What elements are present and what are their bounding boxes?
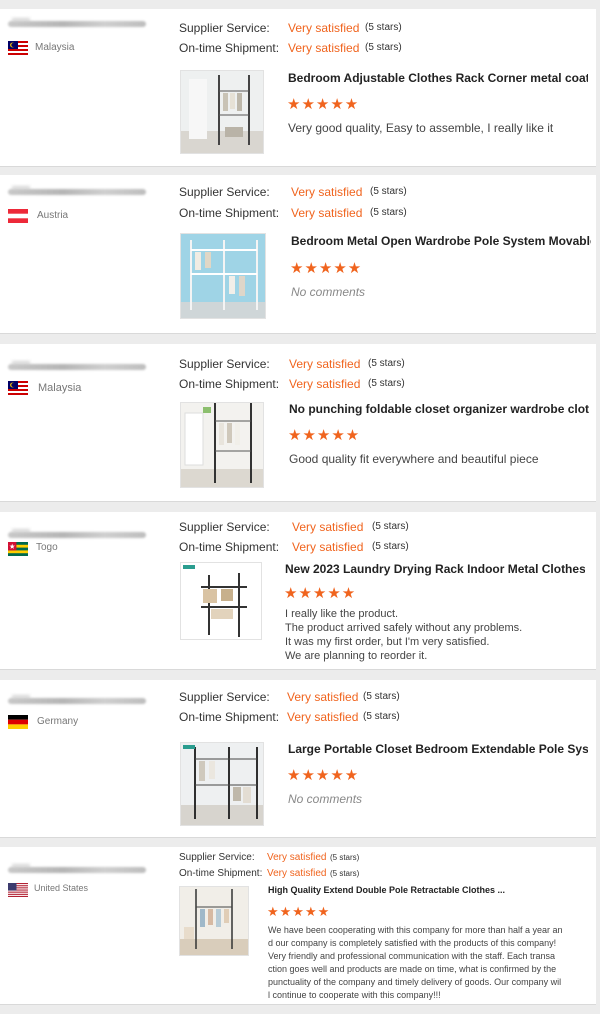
reviewer-name-blurred [8,189,146,195]
reviewer-country: Malaysia [35,42,75,53]
supplier-service-value: Very satisfied [287,690,359,704]
shipment-value: Very satisfied [267,868,327,879]
austria-flag-icon [8,209,28,223]
reviewer-country: Austria [37,210,69,221]
review-comment-line: d our company is completely satisfied wi… [268,938,557,948]
product-thumbnail[interactable] [180,562,262,640]
malaysia-flag-icon [8,381,28,395]
review-comment-line: We are planning to reorder it. [285,650,428,662]
review-card-2: Austria Supplier Service: Very satisfied… [0,175,596,334]
shipment-label: On-time Shipment: [179,868,263,879]
supplier-service-value: Very satisfied [292,520,364,534]
rating-stars: ★★★★★ [290,260,363,277]
product-thumbnail[interactable] [180,70,264,154]
shipment-label: On-time Shipment: [179,41,280,55]
supplier-service-stars: (5 stars) [365,22,402,33]
reviewer-country: Germany [37,716,79,727]
review-comment-line: Very friendly and professional communica… [268,951,555,961]
supplier-service-label: Supplier Service: [179,520,270,534]
review-card-5: Germany Supplier Service: Very satisfied… [0,680,596,838]
shipment-label: On-time Shipment: [179,206,280,220]
reviewer-name-blurred [8,698,146,704]
supplier-service-label: Supplier Service: [179,21,270,35]
supplier-service-stars: (5 stars) [330,853,360,862]
review-comment-line: I really like the product. [285,608,399,620]
germany-flag-icon [8,715,28,729]
supplier-service-value: Very satisfied [289,357,361,371]
malaysia-flag-icon [8,41,28,55]
shipment-value: Very satisfied [291,206,363,220]
shipment-stars: (5 stars) [370,207,407,218]
reviewer-name-blurred [8,364,146,370]
shipment-value: Very satisfied [287,710,359,724]
review-comment-line: l continue to cooperate with this compan… [268,990,441,1000]
product-title[interactable]: Bedroom Metal Open Wardrobe Pole System … [291,234,591,248]
reviewer-country: United States [34,883,89,893]
product-thumbnail[interactable] [180,233,266,319]
supplier-service-stars: (5 stars) [368,358,405,369]
supplier-service-label: Supplier Service: [179,185,270,199]
rating-stars: ★★★★★ [267,904,331,919]
reviewer-name-blurred [8,867,146,873]
supplier-service-label: Supplier Service: [179,852,255,863]
product-thumbnail[interactable] [180,402,264,488]
product-title[interactable]: High Quality Extend Double Pole Retracta… [268,885,568,895]
shipment-label: On-time Shipment: [179,710,280,724]
product-title[interactable]: Large Portable Closet Bedroom Extendable… [288,742,588,756]
shipment-stars: (5 stars) [363,711,400,722]
product-thumbnail[interactable] [180,742,264,826]
rating-stars: ★★★★★ [284,585,357,602]
reviewer-name-blurred [8,21,146,27]
rating-stars: ★★★★★ [287,96,360,113]
supplier-service-label: Supplier Service: [179,690,270,704]
review-card-4: Togo Supplier Service: Very satisfied (5… [0,512,596,670]
product-title[interactable]: New 2023 Laundry Drying Rack Indoor Meta… [285,562,585,576]
supplier-service-value: Very satisfied [291,185,363,199]
supplier-service-value: Very satisfied [288,21,360,35]
product-title[interactable]: No punching foldable closet organizer wa… [289,402,589,416]
usa-flag-icon [8,883,28,897]
review-comment-line: The product arrived safely without any p… [285,622,523,634]
togo-flag-icon [8,542,28,556]
shipment-label: On-time Shipment: [179,377,280,391]
rating-stars: ★★★★★ [288,427,361,444]
review-comment-line: It was my first order, but I'm very sati… [285,636,490,648]
review-comment-line: ction goes well and products are made on… [268,964,557,974]
review-comment-line: punctuality of the company and timely de… [268,977,562,987]
reviewer-country: Malaysia [38,382,82,394]
reviewer-name-blurred [8,532,146,538]
supplier-service-stars: (5 stars) [363,691,400,702]
review-card-6: United States Supplier Service: Very sat… [0,847,596,1005]
supplier-service-value: Very satisfied [267,852,327,863]
shipment-value: Very satisfied [289,377,361,391]
rating-stars: ★★★★★ [287,767,360,784]
shipment-value: Very satisfied [288,41,360,55]
supplier-service-stars: (5 stars) [370,186,407,197]
supplier-service-stars: (5 stars) [372,521,409,532]
review-card-3: Malaysia Supplier Service: Very satisfie… [0,344,596,502]
shipment-stars: (5 stars) [365,42,402,53]
product-title[interactable]: Bedroom Adjustable Clothes Rack Corner m… [288,71,588,85]
no-comments-text: No comments [288,792,363,806]
review-comment: Good quality fit everywhere and beautifu… [289,452,539,466]
supplier-service-label: Supplier Service: [179,357,270,371]
shipment-stars: (5 stars) [372,541,409,552]
shipment-label: On-time Shipment: [179,540,280,554]
shipment-stars: (5 stars) [368,378,405,389]
review-comment-line: We have been cooperating with this compa… [268,925,563,935]
no-comments-text: No comments [291,285,366,299]
shipment-value: Very satisfied [292,540,364,554]
review-comment: Very good quality, Easy to assemble, I r… [288,121,554,135]
review-card-1: Malaysia Supplier Service: Very satisfie… [0,9,596,167]
reviewer-country: Togo [36,542,58,553]
shipment-stars: (5 stars) [330,869,360,878]
product-thumbnail[interactable] [179,886,249,956]
